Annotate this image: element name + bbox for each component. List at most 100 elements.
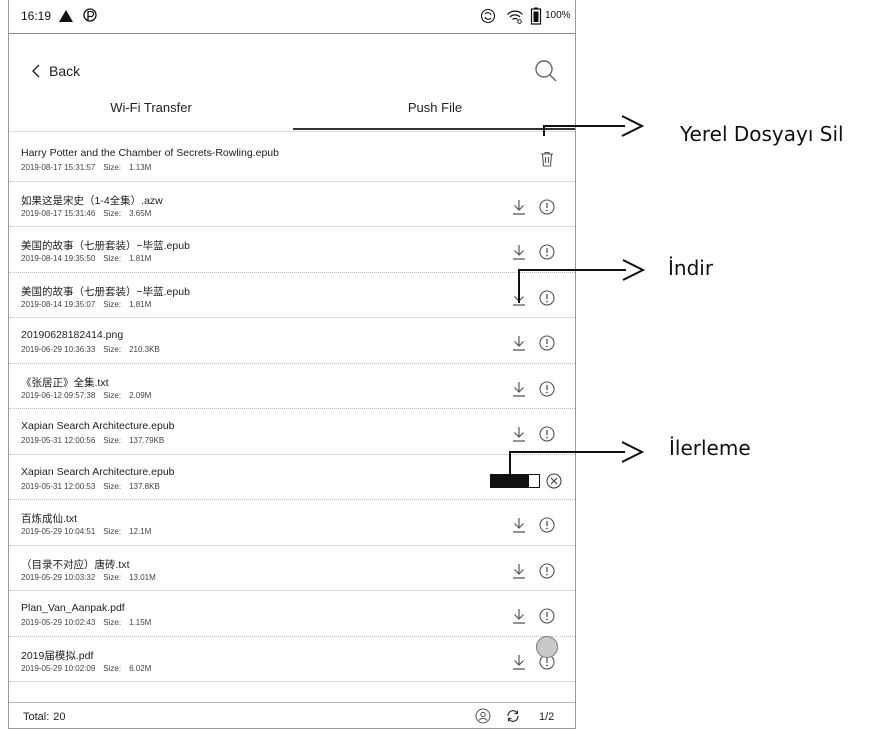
file-size: Size: 137.8KB xyxy=(103,482,160,491)
file-info-button[interactable] xyxy=(538,562,556,580)
download-button[interactable] xyxy=(510,653,528,671)
file-row[interactable]: Xapian Search Architecture.epub 2019-05-3… xyxy=(9,409,575,455)
file-row[interactable]: （目录不对应）唐砖.txt 2019-05-29 10:03:32 Size: 13.… xyxy=(9,546,575,591)
file-size: Size: 1.81M xyxy=(103,300,151,309)
user-icon xyxy=(475,708,491,724)
info-icon xyxy=(539,244,555,260)
account-button[interactable] xyxy=(475,708,491,724)
size-prefix: Size: xyxy=(103,390,122,400)
file-size-value: 1.15M xyxy=(129,618,152,627)
info-icon xyxy=(539,517,555,533)
refresh-button[interactable] xyxy=(505,708,521,724)
file-info-button[interactable] xyxy=(538,334,556,352)
file-info-button[interactable] xyxy=(538,289,556,307)
file-name: Xapian Search Architecture.epub xyxy=(21,465,175,478)
floating-ball-button[interactable] xyxy=(536,636,558,658)
back-button[interactable]: Back xyxy=(31,60,80,82)
footer-bar: Total: 20 1/2 xyxy=(9,702,575,728)
cancel-icon xyxy=(546,472,562,489)
download-button[interactable] xyxy=(510,425,528,443)
tab-push-file[interactable]: Push File xyxy=(293,100,575,115)
file-meta: 2019-08-17 15:31:57 Size: 1.13M xyxy=(21,163,151,172)
file-size: Size: 1.81M xyxy=(103,254,151,263)
file-size: Size: 6.02M xyxy=(103,664,151,673)
download-icon xyxy=(513,427,525,442)
status-bar: 16:19 100% xyxy=(9,0,575,34)
file-row[interactable]: 《张居正》全集.txt 2019-06-12 09:57:38 Size: 2.09M xyxy=(9,364,575,409)
file-name: Xapian Search Architecture.epub xyxy=(21,420,175,432)
wifi-icon xyxy=(506,7,524,25)
file-name: Harry Potter and the Chamber of Secrets-… xyxy=(21,147,279,159)
file-row[interactable]: Xapian Search Architecture.epub 2019-05-3… xyxy=(9,455,575,500)
download-button[interactable] xyxy=(510,334,528,352)
tab-wifi-transfer[interactable]: Wi-Fi Transfer xyxy=(9,100,293,115)
file-name: 百炼成仙.txt xyxy=(21,513,78,525)
file-row[interactable]: 2019届模拟.pdf 2019-05-29 10:02:09 Size: 6.02M xyxy=(9,637,575,682)
download-button[interactable] xyxy=(510,198,528,216)
file-name: 《张居正》全集.txt xyxy=(21,376,109,389)
callout-progress-line xyxy=(509,451,625,453)
file-info-button[interactable] xyxy=(538,607,556,625)
file-size-value: 137.79KB xyxy=(129,436,165,445)
file-name: （目录不对应）唐砖.txt xyxy=(21,558,130,571)
size-prefix: Size: xyxy=(103,163,122,172)
size-prefix: Size: xyxy=(103,527,122,536)
file-info-button[interactable] xyxy=(538,380,556,398)
download-icon xyxy=(513,381,525,397)
file-row[interactable]: 20190628182414.png 2019-06-29 10:36:33 Siz… xyxy=(9,318,575,364)
cancel-download-button[interactable] xyxy=(545,472,563,490)
size-prefix: Size: xyxy=(103,254,122,263)
file-size-value: 137.8KB xyxy=(129,481,160,491)
file-meta: 2019-08-14 19:35:50 Size: 1.81M xyxy=(21,254,151,263)
info-icon xyxy=(539,289,555,306)
info-icon xyxy=(539,426,555,442)
tab-divider xyxy=(9,131,575,132)
info-icon xyxy=(539,335,555,351)
file-size-value: 1.81M xyxy=(129,254,152,263)
file-row[interactable]: 美国的故事（七册套装）−毕蓝.epub 2019-08-14 19:35:50 Si… xyxy=(9,227,575,273)
file-row[interactable]: 美国的故事（七册套装）−毕蓝.epub 2019-08-14 19:35:07 Si… xyxy=(9,273,575,318)
download-button[interactable] xyxy=(510,380,528,398)
download-icon xyxy=(513,199,525,215)
refresh-icon xyxy=(507,710,519,722)
trash-icon xyxy=(541,151,553,167)
file-row[interactable]: 如果这是宋史（1-4全集）.azw 2019-08-17 15:31:46 Size… xyxy=(9,182,575,227)
file-row[interactable]: Plan_Van_Aanpak.pdf 2019-05-29 10:02:43 Si… xyxy=(9,591,575,637)
warning-icon xyxy=(57,7,75,25)
callout-progress-connector xyxy=(509,451,511,487)
search-button[interactable] xyxy=(533,58,559,84)
download-button[interactable] xyxy=(510,562,528,580)
search-icon xyxy=(535,60,557,82)
file-info-button[interactable] xyxy=(538,425,556,443)
download-button[interactable] xyxy=(510,243,528,261)
file-name: Plan_Van_Aanpak.pdf xyxy=(21,602,125,614)
file-meta: 2019-05-29 10:02:09 Size: 6.02M xyxy=(21,664,151,673)
file-name: 2019届模拟.pdf xyxy=(21,649,94,662)
size-prefix: Size: xyxy=(103,572,122,582)
download-icon xyxy=(513,563,525,579)
delete-local-file-button[interactable] xyxy=(538,150,556,168)
size-prefix: Size: xyxy=(103,618,122,627)
size-prefix: Size: xyxy=(103,299,122,309)
callout-progress-arrow-icon xyxy=(621,441,645,463)
file-meta: 2019-06-29 10:36:33 Size: 210.3KB xyxy=(21,345,160,354)
file-name: 美国的故事（七册套装）−毕蓝.epub xyxy=(21,240,190,252)
download-button[interactable] xyxy=(510,607,528,625)
file-size-value: 3.65M xyxy=(129,208,152,218)
file-info-button[interactable] xyxy=(538,243,556,261)
download-button[interactable] xyxy=(510,516,528,534)
download-icon xyxy=(513,518,525,533)
file-info-button[interactable] xyxy=(538,516,556,534)
status-time: 16:19 xyxy=(21,9,52,23)
file-row[interactable]: Harry Potter and the Chamber of Secrets-… xyxy=(9,136,575,182)
size-prefix: Size: xyxy=(103,481,122,491)
file-row[interactable]: 百炼成仙.txt 2019-05-29 10:04:51 Size: 12.1M xyxy=(9,500,575,546)
file-name: 20190628182414.png xyxy=(21,329,124,341)
total-count-label: Total: 20 xyxy=(23,711,66,723)
page-indicator[interactable]: 1/2 xyxy=(539,711,554,723)
file-size: Size: 3.65M xyxy=(103,209,151,218)
callout-download-label: İndir xyxy=(668,256,714,280)
file-date: 2019-05-29 10:03:32 xyxy=(21,572,96,582)
device-screen: 16:19 100% Back Wi-Fi Transfer Push File xyxy=(8,0,576,729)
file-info-button[interactable] xyxy=(538,198,556,216)
